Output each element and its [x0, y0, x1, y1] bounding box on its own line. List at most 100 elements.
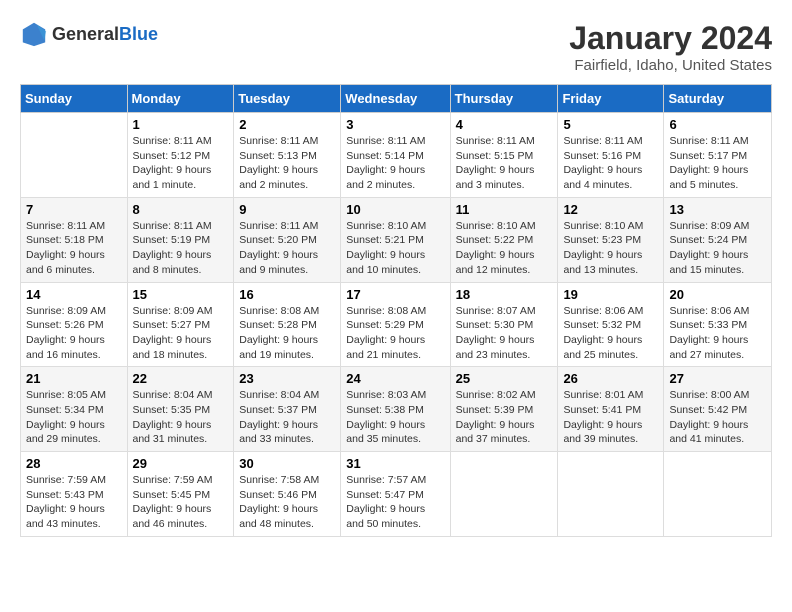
day-info: Sunrise: 8:11 AMSunset: 5:20 PMDaylight:… [239, 219, 335, 278]
day-number: 20 [669, 287, 766, 302]
calendar-cell: 8 Sunrise: 8:11 AMSunset: 5:19 PMDayligh… [127, 197, 234, 282]
calendar-cell: 13 Sunrise: 8:09 AMSunset: 5:24 PMDaylig… [664, 197, 772, 282]
day-number: 6 [669, 117, 766, 132]
day-info: Sunrise: 8:01 AMSunset: 5:41 PMDaylight:… [563, 388, 658, 447]
day-number: 4 [456, 117, 553, 132]
logo-blue: Blue [119, 24, 158, 44]
day-number: 18 [456, 287, 553, 302]
calendar-cell: 21 Sunrise: 8:05 AMSunset: 5:34 PMDaylig… [21, 367, 128, 452]
calendar-cell [450, 452, 558, 537]
calendar-cell: 27 Sunrise: 8:00 AMSunset: 5:42 PMDaylig… [664, 367, 772, 452]
day-number: 19 [563, 287, 658, 302]
day-info: Sunrise: 8:10 AMSunset: 5:22 PMDaylight:… [456, 219, 553, 278]
calendar-cell: 14 Sunrise: 8:09 AMSunset: 5:26 PMDaylig… [21, 282, 128, 367]
calendar-cell: 1 Sunrise: 8:11 AMSunset: 5:12 PMDayligh… [127, 113, 234, 198]
calendar-cell: 3 Sunrise: 8:11 AMSunset: 5:14 PMDayligh… [341, 113, 450, 198]
calendar-table: SundayMondayTuesdayWednesdayThursdayFrid… [20, 84, 772, 537]
day-info: Sunrise: 8:02 AMSunset: 5:39 PMDaylight:… [456, 388, 553, 447]
calendar-header-tuesday: Tuesday [234, 85, 341, 113]
day-info: Sunrise: 8:11 AMSunset: 5:17 PMDaylight:… [669, 134, 766, 193]
day-number: 12 [563, 202, 658, 217]
day-number: 27 [669, 371, 766, 386]
day-info: Sunrise: 8:06 AMSunset: 5:32 PMDaylight:… [563, 304, 658, 363]
calendar-cell: 4 Sunrise: 8:11 AMSunset: 5:15 PMDayligh… [450, 113, 558, 198]
day-info: Sunrise: 7:58 AMSunset: 5:46 PMDaylight:… [239, 473, 335, 532]
title-area: January 2024 Fairfield, Idaho, United St… [569, 20, 772, 74]
calendar-week-row: 28 Sunrise: 7:59 AMSunset: 5:43 PMDaylig… [21, 452, 772, 537]
day-info: Sunrise: 8:04 AMSunset: 5:35 PMDaylight:… [133, 388, 229, 447]
day-number: 15 [133, 287, 229, 302]
day-number: 22 [133, 371, 229, 386]
logo-icon [20, 20, 48, 48]
calendar-cell: 20 Sunrise: 8:06 AMSunset: 5:33 PMDaylig… [664, 282, 772, 367]
calendar-header-monday: Monday [127, 85, 234, 113]
logo-general: General [52, 24, 119, 44]
day-number: 21 [26, 371, 122, 386]
calendar-cell: 19 Sunrise: 8:06 AMSunset: 5:32 PMDaylig… [558, 282, 664, 367]
day-info: Sunrise: 7:59 AMSunset: 5:43 PMDaylight:… [26, 473, 122, 532]
day-info: Sunrise: 8:07 AMSunset: 5:30 PMDaylight:… [456, 304, 553, 363]
day-info: Sunrise: 8:11 AMSunset: 5:13 PMDaylight:… [239, 134, 335, 193]
day-info: Sunrise: 7:57 AMSunset: 5:47 PMDaylight:… [346, 473, 444, 532]
day-info: Sunrise: 8:06 AMSunset: 5:33 PMDaylight:… [669, 304, 766, 363]
calendar-cell: 17 Sunrise: 8:08 AMSunset: 5:29 PMDaylig… [341, 282, 450, 367]
day-number: 1 [133, 117, 229, 132]
calendar-cell: 15 Sunrise: 8:09 AMSunset: 5:27 PMDaylig… [127, 282, 234, 367]
calendar-cell [558, 452, 664, 537]
calendar-header-saturday: Saturday [664, 85, 772, 113]
calendar-cell: 16 Sunrise: 8:08 AMSunset: 5:28 PMDaylig… [234, 282, 341, 367]
day-number: 9 [239, 202, 335, 217]
day-info: Sunrise: 8:11 AMSunset: 5:18 PMDaylight:… [26, 219, 122, 278]
day-info: Sunrise: 7:59 AMSunset: 5:45 PMDaylight:… [133, 473, 229, 532]
calendar-cell: 9 Sunrise: 8:11 AMSunset: 5:20 PMDayligh… [234, 197, 341, 282]
day-info: Sunrise: 8:11 AMSunset: 5:19 PMDaylight:… [133, 219, 229, 278]
day-info: Sunrise: 8:08 AMSunset: 5:28 PMDaylight:… [239, 304, 335, 363]
day-info: Sunrise: 8:04 AMSunset: 5:37 PMDaylight:… [239, 388, 335, 447]
day-info: Sunrise: 8:09 AMSunset: 5:26 PMDaylight:… [26, 304, 122, 363]
main-title: January 2024 [569, 20, 772, 57]
calendar-cell: 23 Sunrise: 8:04 AMSunset: 5:37 PMDaylig… [234, 367, 341, 452]
calendar-cell: 5 Sunrise: 8:11 AMSunset: 5:16 PMDayligh… [558, 113, 664, 198]
calendar-cell: 28 Sunrise: 7:59 AMSunset: 5:43 PMDaylig… [21, 452, 128, 537]
day-number: 8 [133, 202, 229, 217]
calendar-week-row: 21 Sunrise: 8:05 AMSunset: 5:34 PMDaylig… [21, 367, 772, 452]
day-number: 7 [26, 202, 122, 217]
day-number: 30 [239, 456, 335, 471]
logo: GeneralBlue [20, 20, 158, 48]
calendar-week-row: 7 Sunrise: 8:11 AMSunset: 5:18 PMDayligh… [21, 197, 772, 282]
calendar-cell: 31 Sunrise: 7:57 AMSunset: 5:47 PMDaylig… [341, 452, 450, 537]
day-number: 11 [456, 202, 553, 217]
calendar-cell: 7 Sunrise: 8:11 AMSunset: 5:18 PMDayligh… [21, 197, 128, 282]
calendar-cell: 30 Sunrise: 7:58 AMSunset: 5:46 PMDaylig… [234, 452, 341, 537]
day-info: Sunrise: 8:11 AMSunset: 5:15 PMDaylight:… [456, 134, 553, 193]
day-number: 3 [346, 117, 444, 132]
calendar-week-row: 14 Sunrise: 8:09 AMSunset: 5:26 PMDaylig… [21, 282, 772, 367]
day-number: 23 [239, 371, 335, 386]
calendar-cell: 11 Sunrise: 8:10 AMSunset: 5:22 PMDaylig… [450, 197, 558, 282]
day-number: 13 [669, 202, 766, 217]
calendar-cell: 10 Sunrise: 8:10 AMSunset: 5:21 PMDaylig… [341, 197, 450, 282]
calendar-week-row: 1 Sunrise: 8:11 AMSunset: 5:12 PMDayligh… [21, 113, 772, 198]
day-number: 10 [346, 202, 444, 217]
day-info: Sunrise: 8:09 AMSunset: 5:27 PMDaylight:… [133, 304, 229, 363]
day-number: 29 [133, 456, 229, 471]
day-number: 5 [563, 117, 658, 132]
calendar-cell: 18 Sunrise: 8:07 AMSunset: 5:30 PMDaylig… [450, 282, 558, 367]
calendar-cell: 26 Sunrise: 8:01 AMSunset: 5:41 PMDaylig… [558, 367, 664, 452]
day-number: 31 [346, 456, 444, 471]
calendar-cell: 12 Sunrise: 8:10 AMSunset: 5:23 PMDaylig… [558, 197, 664, 282]
calendar-cell: 25 Sunrise: 8:02 AMSunset: 5:39 PMDaylig… [450, 367, 558, 452]
day-number: 25 [456, 371, 553, 386]
calendar-cell: 22 Sunrise: 8:04 AMSunset: 5:35 PMDaylig… [127, 367, 234, 452]
day-number: 28 [26, 456, 122, 471]
day-info: Sunrise: 8:00 AMSunset: 5:42 PMDaylight:… [669, 388, 766, 447]
subtitle: Fairfield, Idaho, United States [569, 57, 772, 74]
day-info: Sunrise: 8:10 AMSunset: 5:23 PMDaylight:… [563, 219, 658, 278]
day-info: Sunrise: 8:05 AMSunset: 5:34 PMDaylight:… [26, 388, 122, 447]
day-info: Sunrise: 8:09 AMSunset: 5:24 PMDaylight:… [669, 219, 766, 278]
calendar-header-wednesday: Wednesday [341, 85, 450, 113]
calendar-header-sunday: Sunday [21, 85, 128, 113]
day-info: Sunrise: 8:03 AMSunset: 5:38 PMDaylight:… [346, 388, 444, 447]
day-number: 24 [346, 371, 444, 386]
day-number: 17 [346, 287, 444, 302]
